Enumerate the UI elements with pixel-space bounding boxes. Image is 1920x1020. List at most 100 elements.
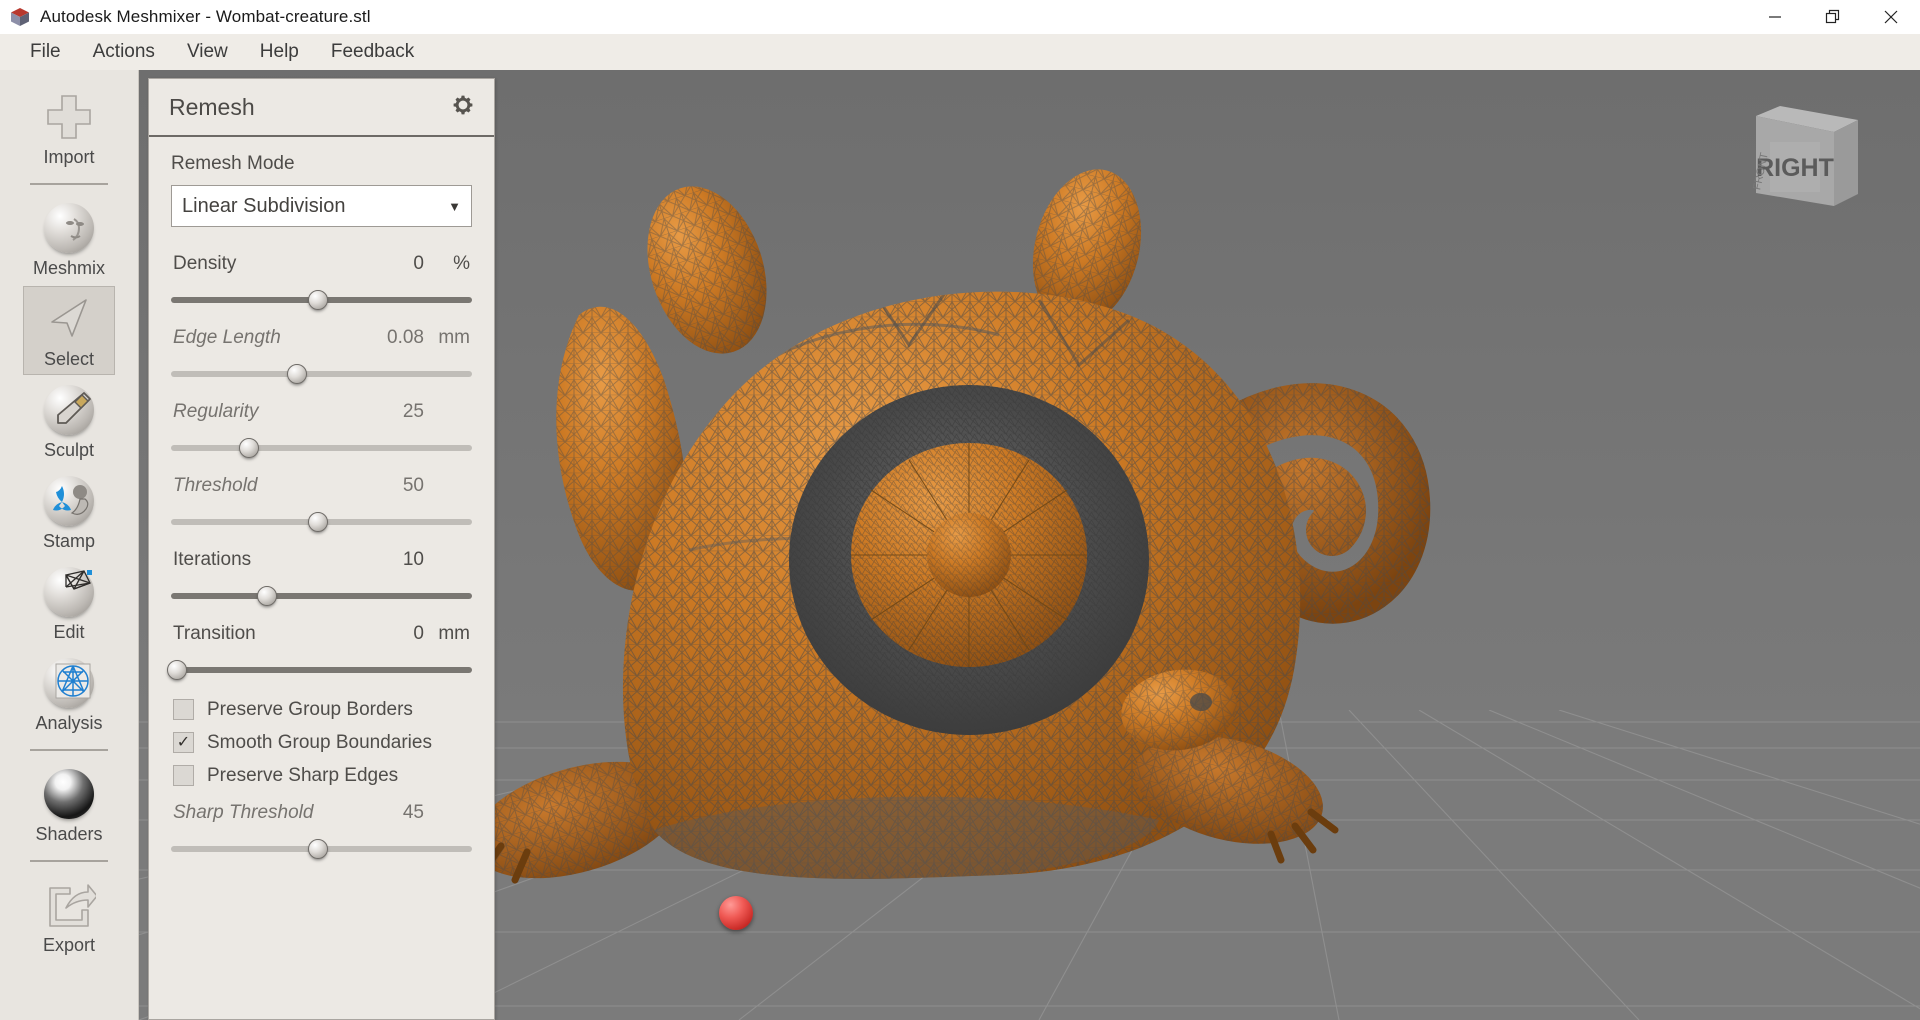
slider-label-transition: Transition	[173, 623, 362, 645]
slider-track-transition[interactable]	[171, 657, 472, 683]
pivot-sphere[interactable]	[719, 896, 753, 930]
checkbox-preserve-group-borders[interactable]: Preserve Group Borders	[173, 693, 472, 726]
tool-analysis[interactable]: Analysis	[23, 650, 115, 739]
slider-value-sharp-threshold: 45	[362, 802, 424, 824]
slider-bar	[171, 445, 472, 451]
menu-bar: File Actions View Help Feedback	[0, 34, 1920, 70]
mesh-analysis-icon	[42, 656, 96, 710]
tool-label-meshmix: Meshmix	[33, 258, 105, 279]
slider-bar	[171, 667, 472, 673]
tool-meshmix[interactable]: Meshmix	[23, 195, 115, 284]
panel-title: Remesh	[169, 94, 255, 121]
tool-import[interactable]: Import	[23, 84, 115, 173]
checkbox-box-checked: ✓	[173, 732, 194, 753]
slider-label-regularity: Regularity	[173, 401, 362, 423]
slider-thumb-transition[interactable]	[167, 660, 187, 680]
slider-thumb-regularity[interactable]	[239, 438, 259, 458]
slider-value-transition: 0	[362, 623, 424, 645]
tool-label-analysis: Analysis	[35, 713, 102, 734]
view-cube[interactable]: RIGHT FRONT	[1718, 98, 1868, 228]
remesh-mode-label: Remesh Mode	[171, 153, 472, 175]
slider-thumb-density[interactable]	[308, 290, 328, 310]
slider-value-threshold: 50	[362, 475, 424, 497]
creature-spiral-shell	[789, 385, 1149, 735]
slider-thumb-sharp-threshold[interactable]	[308, 839, 328, 859]
slider-transition: Transition 0 mm	[171, 619, 472, 683]
menu-help[interactable]: Help	[244, 38, 315, 66]
tool-label-shaders: Shaders	[35, 824, 102, 845]
panel-body: Remesh Mode Linear Subdivision ▼ Density…	[149, 137, 494, 862]
toolbar-divider-1	[30, 183, 108, 185]
tool-stamp[interactable]: Stamp	[23, 468, 115, 557]
slider-track-regularity[interactable]	[171, 435, 472, 461]
tool-label-select: Select	[44, 349, 94, 370]
slider-track-density[interactable]	[171, 287, 472, 313]
tool-label-import: Import	[43, 147, 94, 168]
chevron-down-icon: ▼	[448, 199, 461, 214]
creature-ear-left	[627, 171, 787, 369]
checkbox-label: Smooth Group Boundaries	[207, 732, 432, 754]
toolbar-divider-2	[30, 749, 108, 751]
slider-thumb-edge-length[interactable]	[287, 364, 307, 384]
plus-icon	[42, 90, 96, 144]
left-toolbar: Import Meshmix	[0, 70, 139, 1020]
tool-edit[interactable]: Edit	[23, 559, 115, 648]
restore-icon[interactable]	[1804, 0, 1862, 34]
slider-unit-density: %	[424, 253, 470, 275]
checkbox-label: Preserve Group Borders	[207, 699, 413, 721]
minimize-icon[interactable]	[1746, 0, 1804, 34]
tool-shaders[interactable]: Shaders	[23, 761, 115, 850]
slider-label-density: Density	[173, 253, 362, 275]
toolbar-divider-3	[30, 860, 108, 862]
checkbox-box	[173, 765, 194, 786]
close-icon[interactable]	[1862, 0, 1920, 34]
remesh-mode-select[interactable]: Linear Subdivision ▼	[171, 185, 472, 227]
slider-unit-transition: mm	[424, 623, 470, 645]
slider-bar	[171, 593, 472, 599]
slider-density: Density 0 %	[171, 249, 472, 313]
checkbox-label: Preserve Sharp Edges	[207, 765, 398, 787]
slider-bar	[171, 371, 472, 377]
title-bar: Autodesk Meshmixer - Wombat-creature.stl	[0, 0, 1920, 34]
meshmixer-window: Autodesk Meshmixer - Wombat-creature.stl…	[0, 0, 1920, 1020]
export-arrow-icon	[42, 878, 96, 932]
slider-thumb-iterations[interactable]	[257, 586, 277, 606]
brush-sphere-icon	[42, 383, 96, 437]
slider-track-iterations[interactable]	[171, 583, 472, 609]
slider-value-density: 0	[362, 253, 424, 275]
slider-label-threshold: Threshold	[173, 475, 362, 497]
slider-label-iterations: Iterations	[173, 549, 362, 571]
remesh-panel: Remesh Remesh Mode Linear Subdivision ▼ …	[148, 78, 495, 1020]
slider-sharp-threshold: Sharp Threshold 45	[171, 798, 472, 862]
slider-regularity: Regularity 25	[171, 397, 472, 461]
remesh-mode-value: Linear Subdivision	[182, 195, 448, 218]
gear-icon[interactable]	[452, 94, 474, 121]
slider-track-threshold[interactable]	[171, 509, 472, 535]
slider-value-regularity: 25	[362, 401, 424, 423]
window-controls	[1746, 0, 1920, 34]
menu-feedback[interactable]: Feedback	[315, 38, 430, 66]
tool-sculpt[interactable]: Sculpt	[23, 377, 115, 466]
slider-value-iterations: 10	[362, 549, 424, 571]
slider-track-sharp-threshold[interactable]	[171, 836, 472, 862]
checkbox-smooth-group-boundaries[interactable]: ✓ Smooth Group Boundaries	[173, 726, 472, 759]
tool-label-stamp: Stamp	[43, 531, 95, 552]
window-title: Autodesk Meshmixer - Wombat-creature.stl	[40, 7, 371, 27]
checkbox-box	[173, 699, 194, 720]
tool-select[interactable]: Select	[23, 286, 115, 375]
panel-header: Remesh	[149, 79, 494, 137]
wombat-creature-mesh[interactable]	[439, 130, 1439, 920]
slider-label-sharp-threshold: Sharp Threshold	[173, 802, 362, 824]
menu-actions[interactable]: Actions	[77, 38, 171, 66]
menu-view[interactable]: View	[171, 38, 244, 66]
checkbox-preserve-sharp-edges[interactable]: Preserve Sharp Edges	[173, 759, 472, 792]
meshmixer-cube-logo-icon	[9, 6, 31, 28]
slider-thumb-threshold[interactable]	[308, 512, 328, 532]
slider-value-edge-length: 0.08	[362, 327, 424, 349]
menu-file[interactable]: File	[14, 38, 77, 66]
slider-label-edge-length: Edge Length	[173, 327, 362, 349]
wireframe-sphere-icon	[42, 565, 96, 619]
slider-track-edge-length[interactable]	[171, 361, 472, 387]
slider-edge-length: Edge Length 0.08 mm	[171, 323, 472, 387]
tool-export[interactable]: Export	[23, 872, 115, 961]
